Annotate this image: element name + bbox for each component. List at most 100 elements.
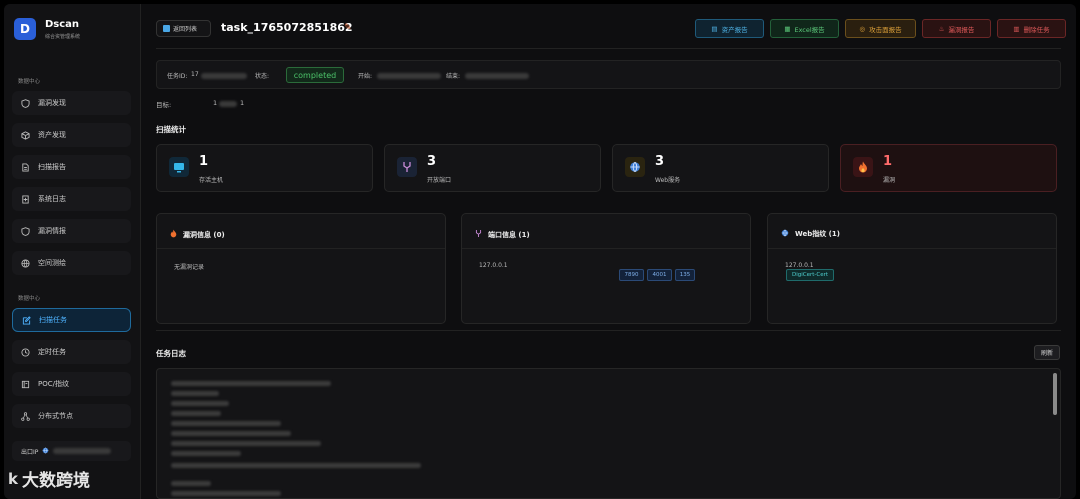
end-label: 结束: <box>446 73 461 80</box>
shield-icon <box>21 98 30 108</box>
globe-icon <box>42 447 49 456</box>
stat-value: 1 <box>199 154 209 169</box>
stat-vulnerabilities: 1 漏洞 <box>840 144 1057 192</box>
log-line-redacted <box>171 401 229 406</box>
sidebar-item-vuln-discovery[interactable]: 漏洞发现 <box>12 91 131 115</box>
watermark-text: 大数跨境 <box>21 471 90 491</box>
watermark: k 大数跨境 <box>8 466 90 492</box>
back-icon <box>163 25 170 32</box>
sidebar-item-vuln-intel[interactable]: 漏洞情报 <box>12 219 131 243</box>
log-line-redacted <box>171 431 291 436</box>
exit-ip-indicator: 出口IP <box>12 441 131 461</box>
sidebar-section-title: 数据中心 <box>18 296 41 302</box>
log-scrollbar[interactable] <box>1053 373 1057 415</box>
sidebar-item-label: 扫描报告 <box>38 163 66 171</box>
port-icon <box>475 229 482 240</box>
divider <box>156 330 1061 331</box>
vuln-report-button[interactable]: ♨ 漏洞报告 <box>922 19 991 38</box>
sidebar-section-title: 数据中心 <box>18 79 41 85</box>
clock-icon <box>21 347 30 357</box>
target-value: 1 <box>213 99 218 107</box>
log-line-redacted <box>171 463 421 468</box>
sidebar-item-space-mapping[interactable]: 空间测绘 <box>12 251 131 275</box>
end-time-redacted <box>465 73 529 79</box>
log-icon <box>21 194 30 204</box>
port-tag: 4001 <box>647 269 672 281</box>
stat-open-ports: 3 开放端口 <box>384 144 601 192</box>
sidebar-item-poc-fingerprint[interactable]: POC/指纹 <box>12 372 131 396</box>
button-label: 资产报告 <box>721 25 748 34</box>
target-value-end: 1 <box>240 99 245 107</box>
app-name: Dscan <box>45 19 80 30</box>
card-title: 漏洞信息 (0) <box>170 229 225 240</box>
refresh-log-button[interactable]: 刷新 <box>1034 345 1060 360</box>
target-label: 目标: <box>156 101 172 109</box>
fire-icon <box>853 157 873 177</box>
host-ip: 127.0.0.1 <box>785 262 814 269</box>
sidebar-item-scan-tasks[interactable]: 扫描任务 <box>12 308 131 332</box>
button-label: 删除任务 <box>1023 25 1050 34</box>
port-tag: 7890 <box>619 269 644 281</box>
delete-task-button[interactable]: ▥ 删除任务 <box>997 19 1066 38</box>
watermark-logo: k <box>8 469 18 488</box>
port-info-card: 端口信息 (1) 127.0.0.1 <box>461 213 751 324</box>
exit-ip-value <box>53 448 112 454</box>
exit-ip-label: 出口IP <box>21 448 39 456</box>
sidebar-item-label: 扫描任务 <box>39 316 67 324</box>
doc-icon: ▤ <box>711 24 718 33</box>
card-divider <box>462 248 750 249</box>
sidebar-item-asset-discovery[interactable]: 资产发现 <box>12 123 131 147</box>
sidebar-item-scheduled-tasks[interactable]: 定时任务 <box>12 340 131 364</box>
port-icon <box>397 157 417 177</box>
shield-icon <box>21 226 30 236</box>
sidebar-item-label: 资产发现 <box>38 131 66 139</box>
back-to-list-button[interactable]: 返回列表 <box>156 20 211 37</box>
stat-label: Web服务 <box>655 177 681 184</box>
stat-value: 3 <box>427 154 437 169</box>
status-badge: completed <box>286 67 344 83</box>
edit-title-icon[interactable]: ✎ <box>344 23 352 33</box>
scan-stats-title: 扫描统计 <box>156 125 186 134</box>
stat-label: 存活主机 <box>199 177 224 184</box>
fire-icon <box>170 229 177 240</box>
start-time-redacted <box>377 73 441 79</box>
task-log-panel[interactable] <box>156 368 1061 499</box>
log-line-redacted <box>171 491 281 496</box>
task-id-label: 任务ID: <box>167 73 188 80</box>
status-label: 状态: <box>255 73 270 80</box>
stat-label: 开放端口 <box>427 177 452 184</box>
asset-report-button[interactable]: ▤ 资产报告 <box>695 19 764 38</box>
sidebar-item-system-log[interactable]: 系统日志 <box>12 187 131 211</box>
log-line-redacted <box>171 381 331 386</box>
excel-report-button[interactable]: ▦ Excel报告 <box>770 19 839 38</box>
sidebar-item-scan-report[interactable]: 扫描报告 <box>12 155 131 179</box>
globe-icon <box>625 157 645 177</box>
sidebar-item-label: 定时任务 <box>38 348 66 356</box>
sidebar-item-label: 空间测绘 <box>38 259 66 267</box>
sidebar-item-label: 漏洞情报 <box>38 227 66 235</box>
host-ip: 127.0.0.1 <box>479 262 508 269</box>
sidebar-item-label: POC/指纹 <box>38 380 69 388</box>
trash-icon: ▥ <box>1013 24 1020 33</box>
stat-value: 3 <box>655 154 665 169</box>
sidebar-item-label: 系统日志 <box>38 195 66 203</box>
document-icon <box>21 162 30 172</box>
sidebar-item-label: 分布式节点 <box>38 412 73 420</box>
main-content: 返回列表 task_1765072851862 ✎ ▤ 资产报告 ▦ Excel报告… <box>141 4 1076 499</box>
attack-surface-report-button[interactable]: ◎ 攻击面报告 <box>845 19 916 38</box>
sidebar-item-distributed-nodes[interactable]: 分布式节点 <box>12 404 131 428</box>
card-title-text: 漏洞信息 (0) <box>183 230 225 239</box>
back-label: 返回列表 <box>173 26 198 33</box>
app-logo: D <box>14 18 36 40</box>
vuln-info-card: 漏洞信息 (0) 无漏洞记录 <box>156 213 446 324</box>
log-line-redacted <box>171 441 321 446</box>
stat-web-services: 3 Web服务 <box>612 144 829 192</box>
edit-icon <box>22 315 31 325</box>
empty-state-text: 无漏洞记录 <box>174 264 205 271</box>
divider <box>156 48 1061 49</box>
card-title: 端口信息 (1) <box>475 229 530 240</box>
target-icon: ◎ <box>859 24 866 33</box>
stat-live-hosts: 1 存活主机 <box>156 144 373 192</box>
port-tag: 135 <box>675 269 695 281</box>
card-divider <box>157 248 445 249</box>
